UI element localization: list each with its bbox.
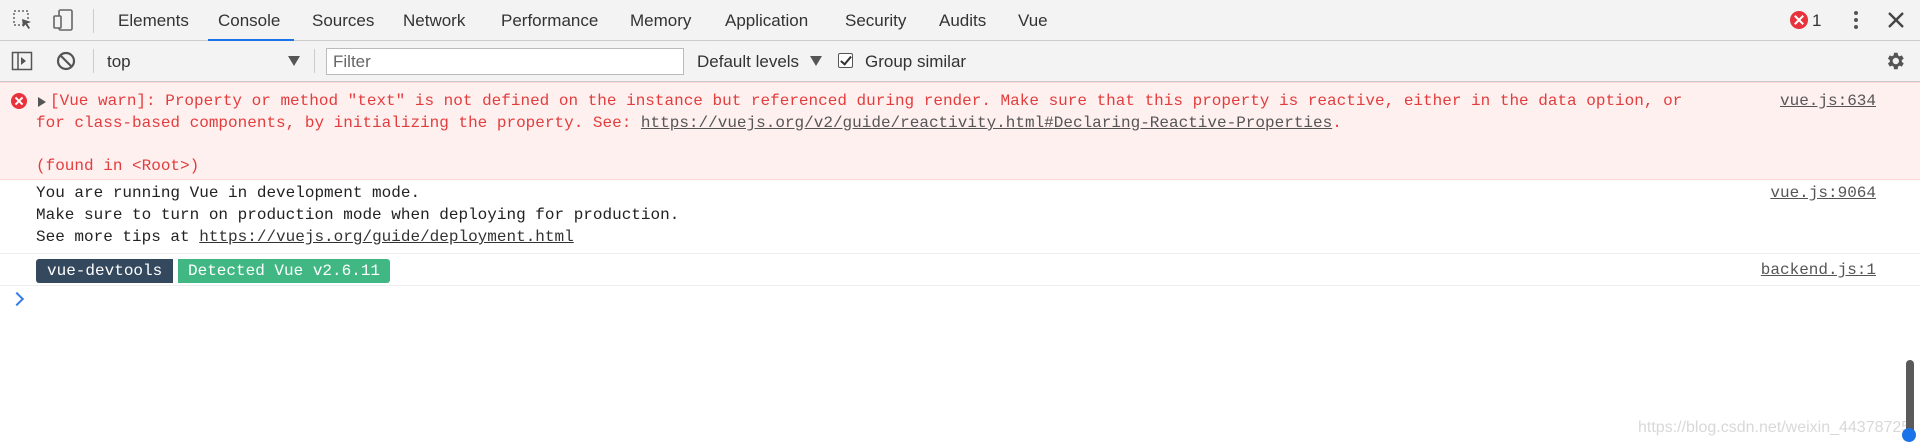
toolbar-divider (93, 9, 94, 33)
log-text-prefix: See more tips at (36, 228, 200, 246)
tab-vue[interactable]: Vue (1018, 0, 1048, 40)
tab-elements[interactable]: Elements (118, 0, 189, 40)
console-error-message: [Vue warn]: Property or method "text" is… (0, 82, 1920, 180)
show-sidebar-icon[interactable] (11, 50, 33, 72)
expand-triangle-icon[interactable] (38, 97, 46, 107)
group-similar-checkbox[interactable] (838, 53, 853, 68)
console-toolbar: top Default levels Group similar (0, 41, 1920, 82)
error-count: 1 (1812, 11, 1822, 30)
chevron-down-icon[interactable] (810, 56, 822, 66)
toolbar-divider (314, 49, 315, 73)
inspect-element-icon[interactable] (12, 9, 34, 31)
source-link[interactable]: vue.js:9064 (1770, 182, 1876, 204)
source-link[interactable]: vue.js:634 (1780, 90, 1876, 112)
error-text-prefix: for class-based components, by initializ… (36, 114, 641, 132)
error-text-line-2: for class-based components, by initializ… (36, 112, 1342, 134)
error-icon (1790, 11, 1808, 29)
devtools-tab-bar: Elements Console Sources Network Perform… (0, 0, 1920, 41)
settings-icon[interactable] (1884, 50, 1906, 72)
log-levels-dropdown[interactable]: Default levels (697, 41, 799, 82)
vue-devtools-badge: vue-devtools (36, 259, 174, 283)
close-icon[interactable] (1885, 9, 1907, 31)
tab-application[interactable]: Application (725, 0, 808, 40)
tab-console[interactable]: Console (207, 0, 295, 41)
log-text-line-1: You are running Vue in development mode. (36, 184, 421, 202)
more-vert-icon[interactable] (1845, 9, 1867, 31)
console-prompt-chevron-icon[interactable] (9, 291, 25, 307)
deployment-docs-link[interactable]: https://vuejs.org/guide/deployment.html (199, 228, 573, 246)
error-text-line-3: (found in <Root>) (36, 157, 200, 175)
scrollbar-foot (1902, 428, 1916, 442)
vue-version-badge: Detected Vue v2.6.11 (178, 259, 391, 283)
watermark: https://blog.csdn.net/weixin_44378725 (1638, 419, 1911, 436)
filter-input[interactable] (326, 48, 684, 75)
clear-console-icon[interactable] (55, 50, 77, 72)
error-text-suffix: . (1332, 114, 1342, 132)
error-icon (11, 93, 27, 109)
group-similar-label: Group similar (865, 52, 967, 71)
toolbar-divider (93, 49, 94, 73)
log-text-line-2: Make sure to turn on production mode whe… (36, 206, 680, 224)
error-text-line-1: [Vue warn]: Property or method "text" is… (50, 92, 1683, 110)
tab-audits[interactable]: Audits (939, 0, 986, 40)
device-toolbar-icon[interactable] (53, 9, 75, 31)
console-log-message: You are running Vue in development mode.… (0, 180, 1920, 254)
context-selector[interactable]: top (107, 41, 131, 81)
tab-network[interactable]: Network (403, 0, 465, 40)
log-text-line-3: See more tips at https://vuejs.org/guide… (36, 226, 574, 248)
source-link[interactable]: backend.js:1 (1761, 258, 1876, 282)
tab-performance[interactable]: Performance (501, 0, 598, 40)
tab-security[interactable]: Security (845, 0, 906, 40)
chevron-down-icon[interactable] (288, 56, 300, 66)
tab-sources[interactable]: Sources (312, 0, 374, 40)
console-devtools-message: vue-devtools Detected Vue v2.6.11 backen… (0, 254, 1920, 286)
tab-memory[interactable]: Memory (630, 0, 691, 40)
reactivity-docs-link[interactable]: https://vuejs.org/v2/guide/reactivity.ht… (641, 114, 1332, 132)
